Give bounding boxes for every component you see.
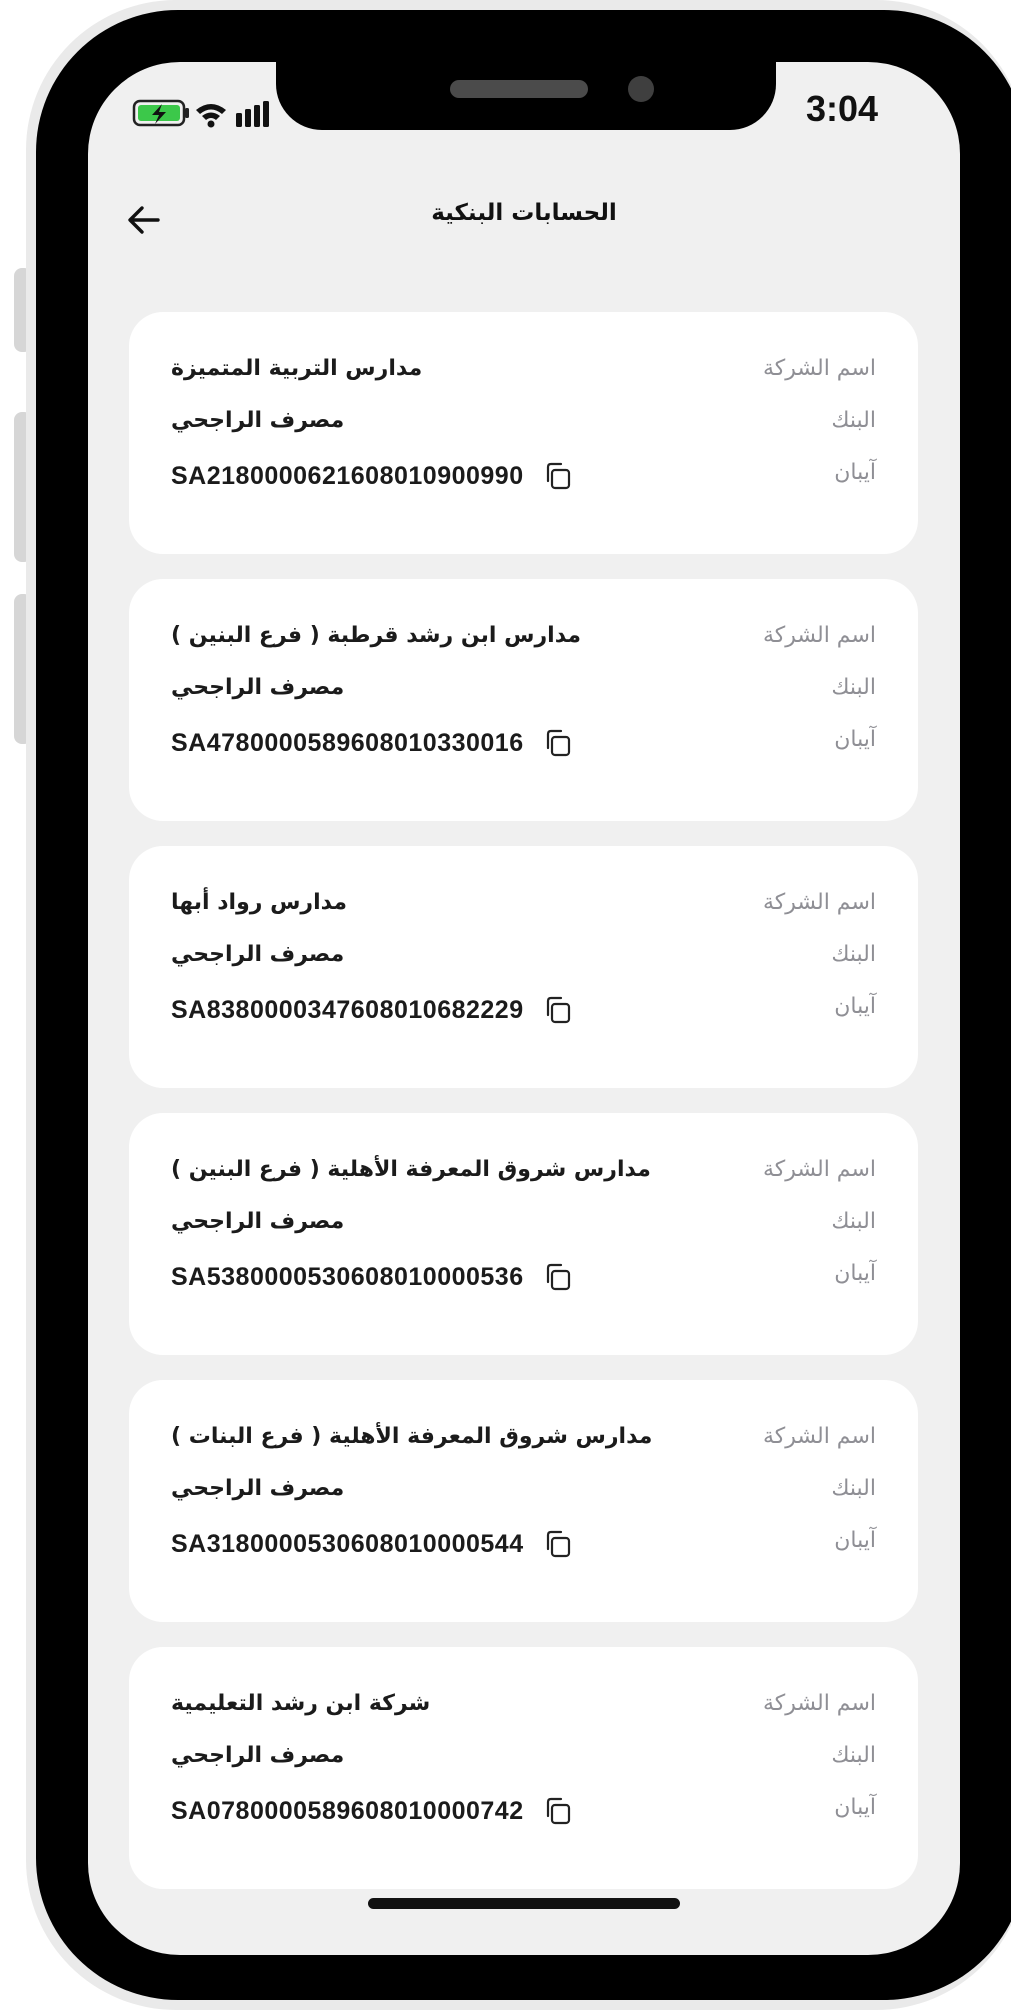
notch [276, 62, 776, 130]
company-label: اسم الشركة [762, 890, 876, 915]
bank-row: البنك مصرف الراجحي [171, 1470, 876, 1510]
iban-row: آيبان SA4780000589608010330016 [171, 721, 876, 761]
status-time: 3:04 [805, 88, 878, 129]
bank-row: البنك مصرف الراجحي [171, 669, 876, 709]
speaker-grille [450, 80, 588, 98]
bank-name: مصرف الراجحي [171, 408, 345, 433]
bank-name: مصرف الراجحي [171, 1209, 345, 1234]
iban-row: آيبان SA0780000589608010000742 [171, 1789, 876, 1829]
company-row: اسم الشركة مدارس ابن رشد قرطبة ( فرع الب… [171, 617, 876, 657]
bank-account-card: اسم الشركة مدارس التربية المتميزة البنك … [129, 312, 918, 554]
company-label: اسم الشركة [762, 356, 876, 381]
bank-row: البنك مصرف الراجحي [171, 1203, 876, 1243]
company-label: اسم الشركة [762, 1691, 876, 1716]
bank-name: مصرف الراجحي [171, 942, 345, 967]
wifi-icon [196, 104, 226, 128]
bank-account-card: اسم الشركة شركة ابن رشد التعليمية البنك … [129, 1647, 918, 1889]
copy-icon[interactable] [542, 727, 574, 759]
iban-row: آيبان SA8380000347608010682229 [171, 988, 876, 1028]
status-bar-icons [132, 99, 269, 128]
company-row: اسم الشركة شركة ابن رشد التعليمية [171, 1685, 876, 1725]
iban-label: آيبان [834, 1795, 876, 1820]
header: الحسابات البنكية [88, 180, 960, 260]
page-title: الحسابات البنكية [431, 200, 617, 226]
bank-label: البنك [831, 1743, 876, 1768]
iban-group: SA4780000589608010330016 [171, 723, 574, 763]
iban-group: SA5380000530608010000536 [171, 1257, 574, 1297]
iban-label: آيبان [834, 460, 876, 485]
bank-account-card: اسم الشركة مدارس ابن رشد قرطبة ( فرع الب… [129, 579, 918, 821]
bank-name: مصرف الراجحي [171, 1476, 345, 1501]
copy-icon[interactable] [542, 1528, 574, 1560]
bank-label: البنك [831, 1209, 876, 1234]
company-label: اسم الشركة [762, 1157, 876, 1182]
company-label: اسم الشركة [762, 1424, 876, 1449]
iban-row: آيبان SA2180000621608010900990 [171, 454, 876, 494]
copy-icon[interactable] [542, 460, 574, 492]
status-icons [132, 97, 282, 128]
iban-group: SA3180000530608010000544 [171, 1524, 574, 1564]
company-name: مدارس رواد أبها [171, 890, 347, 915]
iban-label: آيبان [834, 994, 876, 1019]
bank-label: البنك [831, 1476, 876, 1501]
app-screen: 3:04 الحسابات البنكية اسم الشركة مدارس ا… [88, 62, 960, 1955]
bank-account-card: اسم الشركة مدارس رواد أبها البنك مصرف ال… [129, 846, 918, 1088]
bank-label: البنك [831, 942, 876, 967]
bank-account-card: اسم الشركة مدارس شروق المعرفة الأهلية ( … [129, 1113, 918, 1355]
company-name: مدارس التربية المتميزة [171, 356, 423, 381]
iban-label: آيبان [834, 727, 876, 752]
bank-account-card: اسم الشركة مدارس شروق المعرفة الأهلية ( … [129, 1380, 918, 1622]
iban-value: SA3180000530608010000544 [171, 1529, 524, 1558]
bank-name: مصرف الراجحي [171, 675, 345, 700]
bank-row: البنك مصرف الراجحي [171, 402, 876, 442]
iban-value: SA0780000589608010000742 [171, 1796, 524, 1825]
iban-value: SA4780000589608010330016 [171, 728, 524, 757]
bank-name: مصرف الراجحي [171, 1743, 345, 1768]
bank-accounts-list: اسم الشركة مدارس التربية المتميزة البنك … [129, 312, 918, 1914]
iban-row: آيبان SA5380000530608010000536 [171, 1255, 876, 1295]
iban-group: SA8380000347608010682229 [171, 990, 574, 1030]
home-indicator[interactable] [368, 1898, 680, 1909]
front-camera [628, 76, 654, 102]
iban-value: SA8380000347608010682229 [171, 995, 524, 1024]
copy-icon[interactable] [542, 994, 574, 1026]
bank-row: البنك مصرف الراجحي [171, 1737, 876, 1777]
bank-label: البنك [831, 675, 876, 700]
company-name: مدارس ابن رشد قرطبة ( فرع البنين ) [171, 623, 582, 648]
signal-icon [236, 101, 269, 127]
iban-group: SA2180000621608010900990 [171, 456, 574, 496]
iban-value: SA2180000621608010900990 [171, 461, 524, 490]
company-name: مدارس شروق المعرفة الأهلية ( فرع البنين … [171, 1157, 651, 1182]
company-name: شركة ابن رشد التعليمية [171, 1691, 431, 1716]
company-row: اسم الشركة مدارس شروق المعرفة الأهلية ( … [171, 1151, 876, 1191]
iban-group: SA0780000589608010000742 [171, 1791, 574, 1831]
company-row: اسم الشركة مدارس رواد أبها [171, 884, 876, 924]
copy-icon[interactable] [542, 1795, 574, 1827]
copy-icon[interactable] [542, 1261, 574, 1293]
battery-charging-icon [132, 99, 189, 127]
iban-label: آيبان [834, 1528, 876, 1553]
company-label: اسم الشركة [762, 623, 876, 648]
bank-label: البنك [831, 408, 876, 433]
company-row: اسم الشركة مدارس التربية المتميزة [171, 350, 876, 390]
company-name: مدارس شروق المعرفة الأهلية ( فرع البنات … [171, 1424, 653, 1449]
company-row: اسم الشركة مدارس شروق المعرفة الأهلية ( … [171, 1418, 876, 1458]
iban-row: آيبان SA3180000530608010000544 [171, 1522, 876, 1562]
bank-row: البنك مصرف الراجحي [171, 936, 876, 976]
iban-label: آيبان [834, 1261, 876, 1286]
iban-value: SA5380000530608010000536 [171, 1262, 524, 1291]
